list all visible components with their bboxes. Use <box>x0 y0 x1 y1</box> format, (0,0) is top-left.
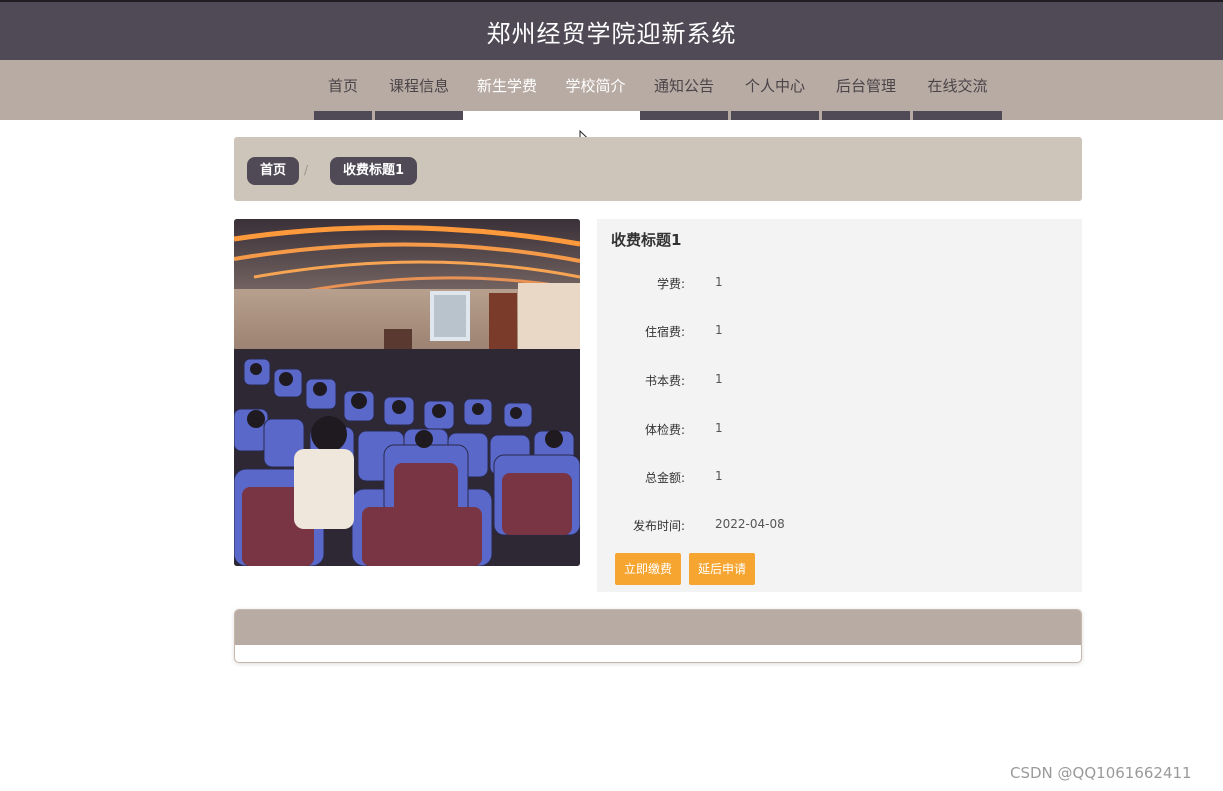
nav-underline <box>822 111 910 120</box>
fee-detail-panel: 收费标题1 学费: 1 住宿费: 1 书本费: 1 体检费: 1 总金额: 1 … <box>597 219 1082 592</box>
publish-time-value: 2022-04-08 <box>715 517 785 531</box>
site-title: 郑州经贸学院迎新系统 <box>486 20 737 48</box>
nav-underline <box>375 111 463 120</box>
defer-application-button[interactable]: 延后申请 <box>689 553 756 585</box>
breadcrumb: 首页 / 收费标题1 <box>234 137 1082 201</box>
nav-item-tuition[interactable]: 新生学费 <box>463 60 551 120</box>
tuition-label: 学费: <box>656 277 685 291</box>
main-nav: 首页 课程信息 新生学费 学校简介 通知公告 个人中心 后台管理 在线交流 <box>0 60 1223 120</box>
nav-item-label: 新生学费 <box>476 77 537 95</box>
nav-underline <box>463 111 551 120</box>
books-label: 书本费: <box>644 374 685 388</box>
detail-content-panel <box>234 609 1082 663</box>
breadcrumb-home[interactable]: 首页 <box>247 157 300 185</box>
nav-item-admin[interactable]: 后台管理 <box>822 60 910 120</box>
auditorium-photo <box>234 219 580 566</box>
nav-item-label: 课程信息 <box>388 77 449 95</box>
nav-item-label: 学校简介 <box>565 77 626 95</box>
accommodation-label: 住宿费: <box>644 325 685 339</box>
total-amount-value: 1 <box>715 469 723 483</box>
nav-item-label: 后台管理 <box>835 77 896 95</box>
nav-underline <box>731 111 819 120</box>
total-amount-label: 总金额: <box>644 471 685 485</box>
accommodation-value: 1 <box>715 323 723 337</box>
nav-underline <box>913 111 1002 120</box>
publish-time-label: 发布时间: <box>632 519 685 533</box>
nav-item-label: 个人中心 <box>744 77 805 95</box>
nav-item-label: 通知公告 <box>653 77 714 95</box>
nav-item-online-chat[interactable]: 在线交流 <box>913 60 1002 120</box>
breadcrumb-separator: / <box>304 163 309 177</box>
pay-now-button[interactable]: 立即缴费 <box>615 553 682 585</box>
nav-item-courses[interactable]: 课程信息 <box>375 60 463 120</box>
books-value: 1 <box>715 372 723 386</box>
nav-item-personal-center[interactable]: 个人中心 <box>731 60 819 120</box>
panel-header <box>235 610 1081 645</box>
site-header: 郑州经贸学院迎新系统 <box>0 0 1223 60</box>
nav-underline <box>314 111 372 120</box>
nav-item-label: 在线交流 <box>927 77 988 95</box>
tuition-value: 1 <box>715 275 723 289</box>
fee-photo <box>234 219 580 566</box>
medical-exam-value: 1 <box>715 421 723 435</box>
breadcrumb-current: 收费标题1 <box>330 157 418 185</box>
nav-item-school-intro[interactable]: 学校简介 <box>551 60 640 120</box>
medical-exam-label: 体检费: <box>644 423 685 437</box>
fee-title: 收费标题1 <box>611 231 682 249</box>
nav-underline <box>640 111 728 120</box>
nav-underline <box>551 111 640 120</box>
watermark: CSDN @QQ1061662411 <box>1010 764 1192 782</box>
nav-item-label: 首页 <box>327 77 358 95</box>
nav-item-home[interactable]: 首页 <box>314 60 372 120</box>
nav-item-notices[interactable]: 通知公告 <box>640 60 728 120</box>
